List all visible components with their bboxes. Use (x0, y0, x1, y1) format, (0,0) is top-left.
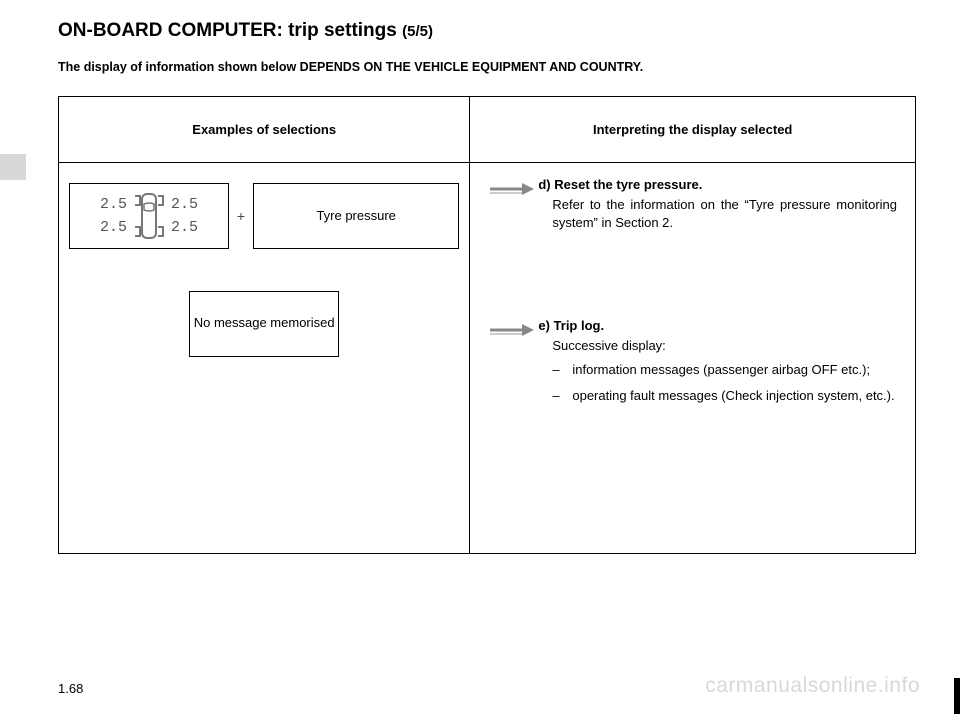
tyre-fl: 2.5 (100, 196, 127, 213)
tyre-rr: 2.5 (171, 219, 198, 236)
examples-cell: 2.5 2.5 2.5 2.5 (59, 162, 470, 553)
page-title: ON-BOARD COMPUTER: trip settings (5/5) (58, 20, 916, 42)
interpretation-cell: d) Reset the tyre pressure. Refer to the… (470, 162, 916, 553)
list-item: information messages (passenger airbag O… (552, 361, 897, 379)
title-main: ON-BOARD COMPUTER: trip settings (58, 20, 397, 41)
item-d: d) Reset the tyre pressure. Refer to the… (488, 177, 897, 232)
car-top-icon (131, 190, 167, 242)
arrow-icon (488, 177, 538, 199)
table-header-left: Examples of selections (59, 97, 470, 163)
tyre-left-values: 2.5 2.5 (100, 196, 127, 236)
table-header-right: Interpreting the display selected (470, 97, 916, 163)
item-d-body: Refer to the information on the “Tyre pr… (552, 196, 897, 232)
item-e-heading: e) Trip log. (538, 318, 897, 333)
item-e-sub: Successive display: (552, 337, 897, 355)
watermark: carmanualsonline.info (705, 674, 920, 698)
tyre-right-values: 2.5 2.5 (171, 196, 198, 236)
item-e-list: information messages (passenger airbag O… (538, 361, 897, 405)
side-tab (0, 154, 26, 180)
tyre-pressure-display: 2.5 2.5 2.5 2.5 (69, 183, 229, 249)
tyre-pressure-label: Tyre pressure (316, 208, 395, 223)
content-table: Examples of selections Interpreting the … (58, 96, 916, 554)
page-subtitle: The display of information shown below D… (58, 60, 916, 74)
page-number: 1.68 (58, 681, 83, 696)
tyre-pressure-row: 2.5 2.5 2.5 2.5 (69, 183, 459, 249)
no-message-text: No message memorised (194, 315, 335, 332)
item-e: e) Trip log. Successive display: informa… (488, 318, 897, 414)
list-item: operating fault messages (Check injectio… (552, 387, 897, 405)
plus-symbol: + (235, 208, 247, 224)
arrow-icon (488, 318, 538, 340)
tyre-pressure-label-box: Tyre pressure (253, 183, 459, 249)
crop-mark (954, 678, 960, 714)
no-message-box: No message memorised (189, 291, 339, 357)
title-part: (5/5) (402, 23, 433, 40)
item-d-heading: d) Reset the tyre pressure. (538, 177, 897, 192)
tyre-rl: 2.5 (100, 219, 127, 236)
tyre-fr: 2.5 (171, 196, 198, 213)
